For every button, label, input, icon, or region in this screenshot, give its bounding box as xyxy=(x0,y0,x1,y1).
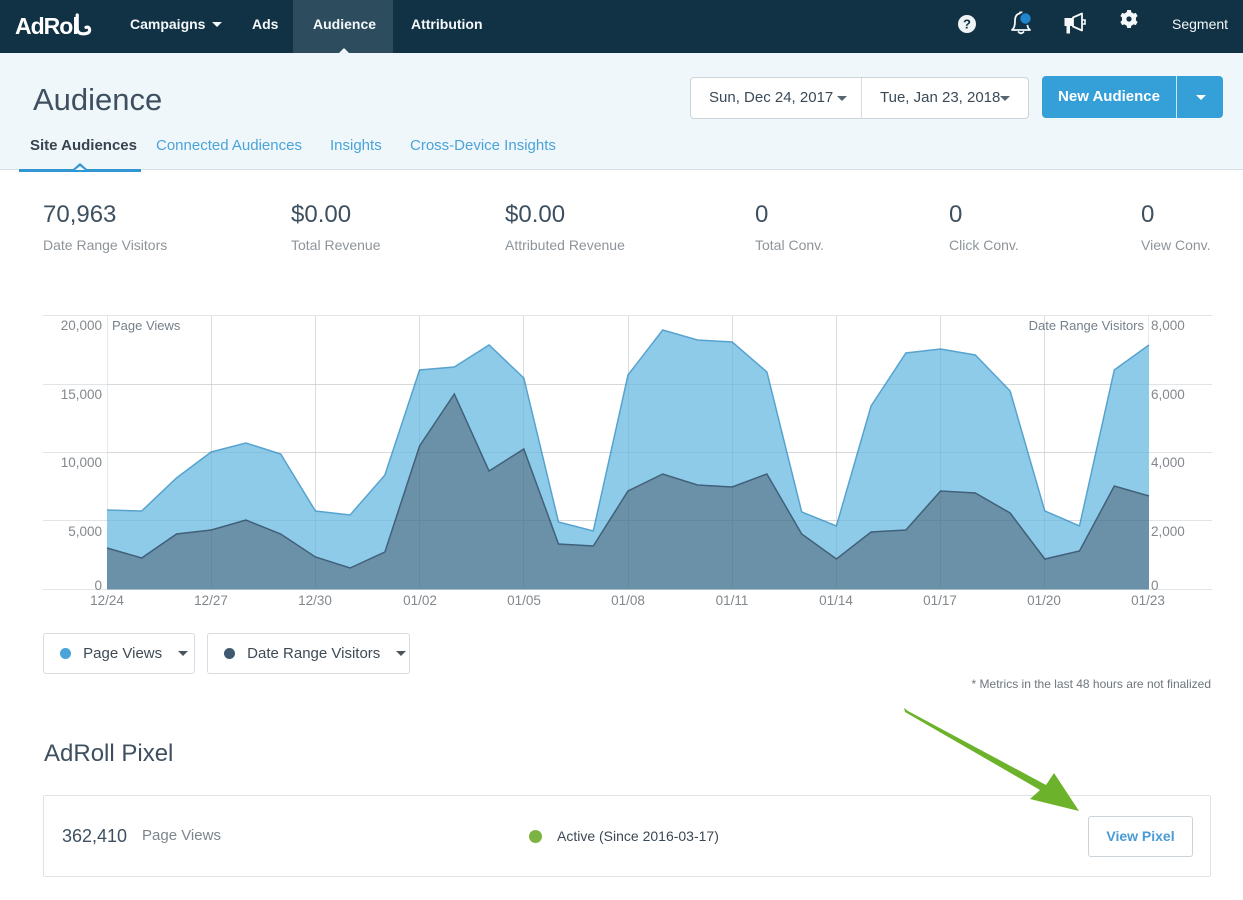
svg-text:12/30: 12/30 xyxy=(298,593,332,608)
svg-text:Date Range Visitors: Date Range Visitors xyxy=(1029,318,1145,333)
svg-text:01/11: 01/11 xyxy=(716,593,749,608)
svg-text:01/08: 01/08 xyxy=(611,593,645,608)
svg-text:0: 0 xyxy=(1151,578,1159,593)
svg-text:01/20: 01/20 xyxy=(1027,593,1061,608)
svg-text:01/14: 01/14 xyxy=(819,593,853,608)
svg-text:01/23: 01/23 xyxy=(1131,593,1165,608)
svg-text:01/05: 01/05 xyxy=(507,593,541,608)
svg-text:20,000: 20,000 xyxy=(61,318,102,333)
svg-text:01/02: 01/02 xyxy=(403,593,437,608)
svg-text:6,000: 6,000 xyxy=(1151,387,1185,402)
svg-text:AdRol: AdRol xyxy=(15,13,78,39)
svg-text:8,000: 8,000 xyxy=(1151,318,1185,333)
svg-text:5,000: 5,000 xyxy=(68,524,102,539)
svg-text:0: 0 xyxy=(94,578,102,593)
svg-text:12/27: 12/27 xyxy=(194,593,228,608)
svg-text:15,000: 15,000 xyxy=(61,387,102,402)
svg-text:10,000: 10,000 xyxy=(61,455,102,470)
svg-text:?: ? xyxy=(963,17,971,32)
svg-text:12/24: 12/24 xyxy=(90,593,124,608)
svg-text:01/17: 01/17 xyxy=(923,593,957,608)
svg-text:2,000: 2,000 xyxy=(1151,524,1185,539)
svg-text:4,000: 4,000 xyxy=(1151,455,1185,470)
svg-text:Page Views: Page Views xyxy=(112,318,181,333)
